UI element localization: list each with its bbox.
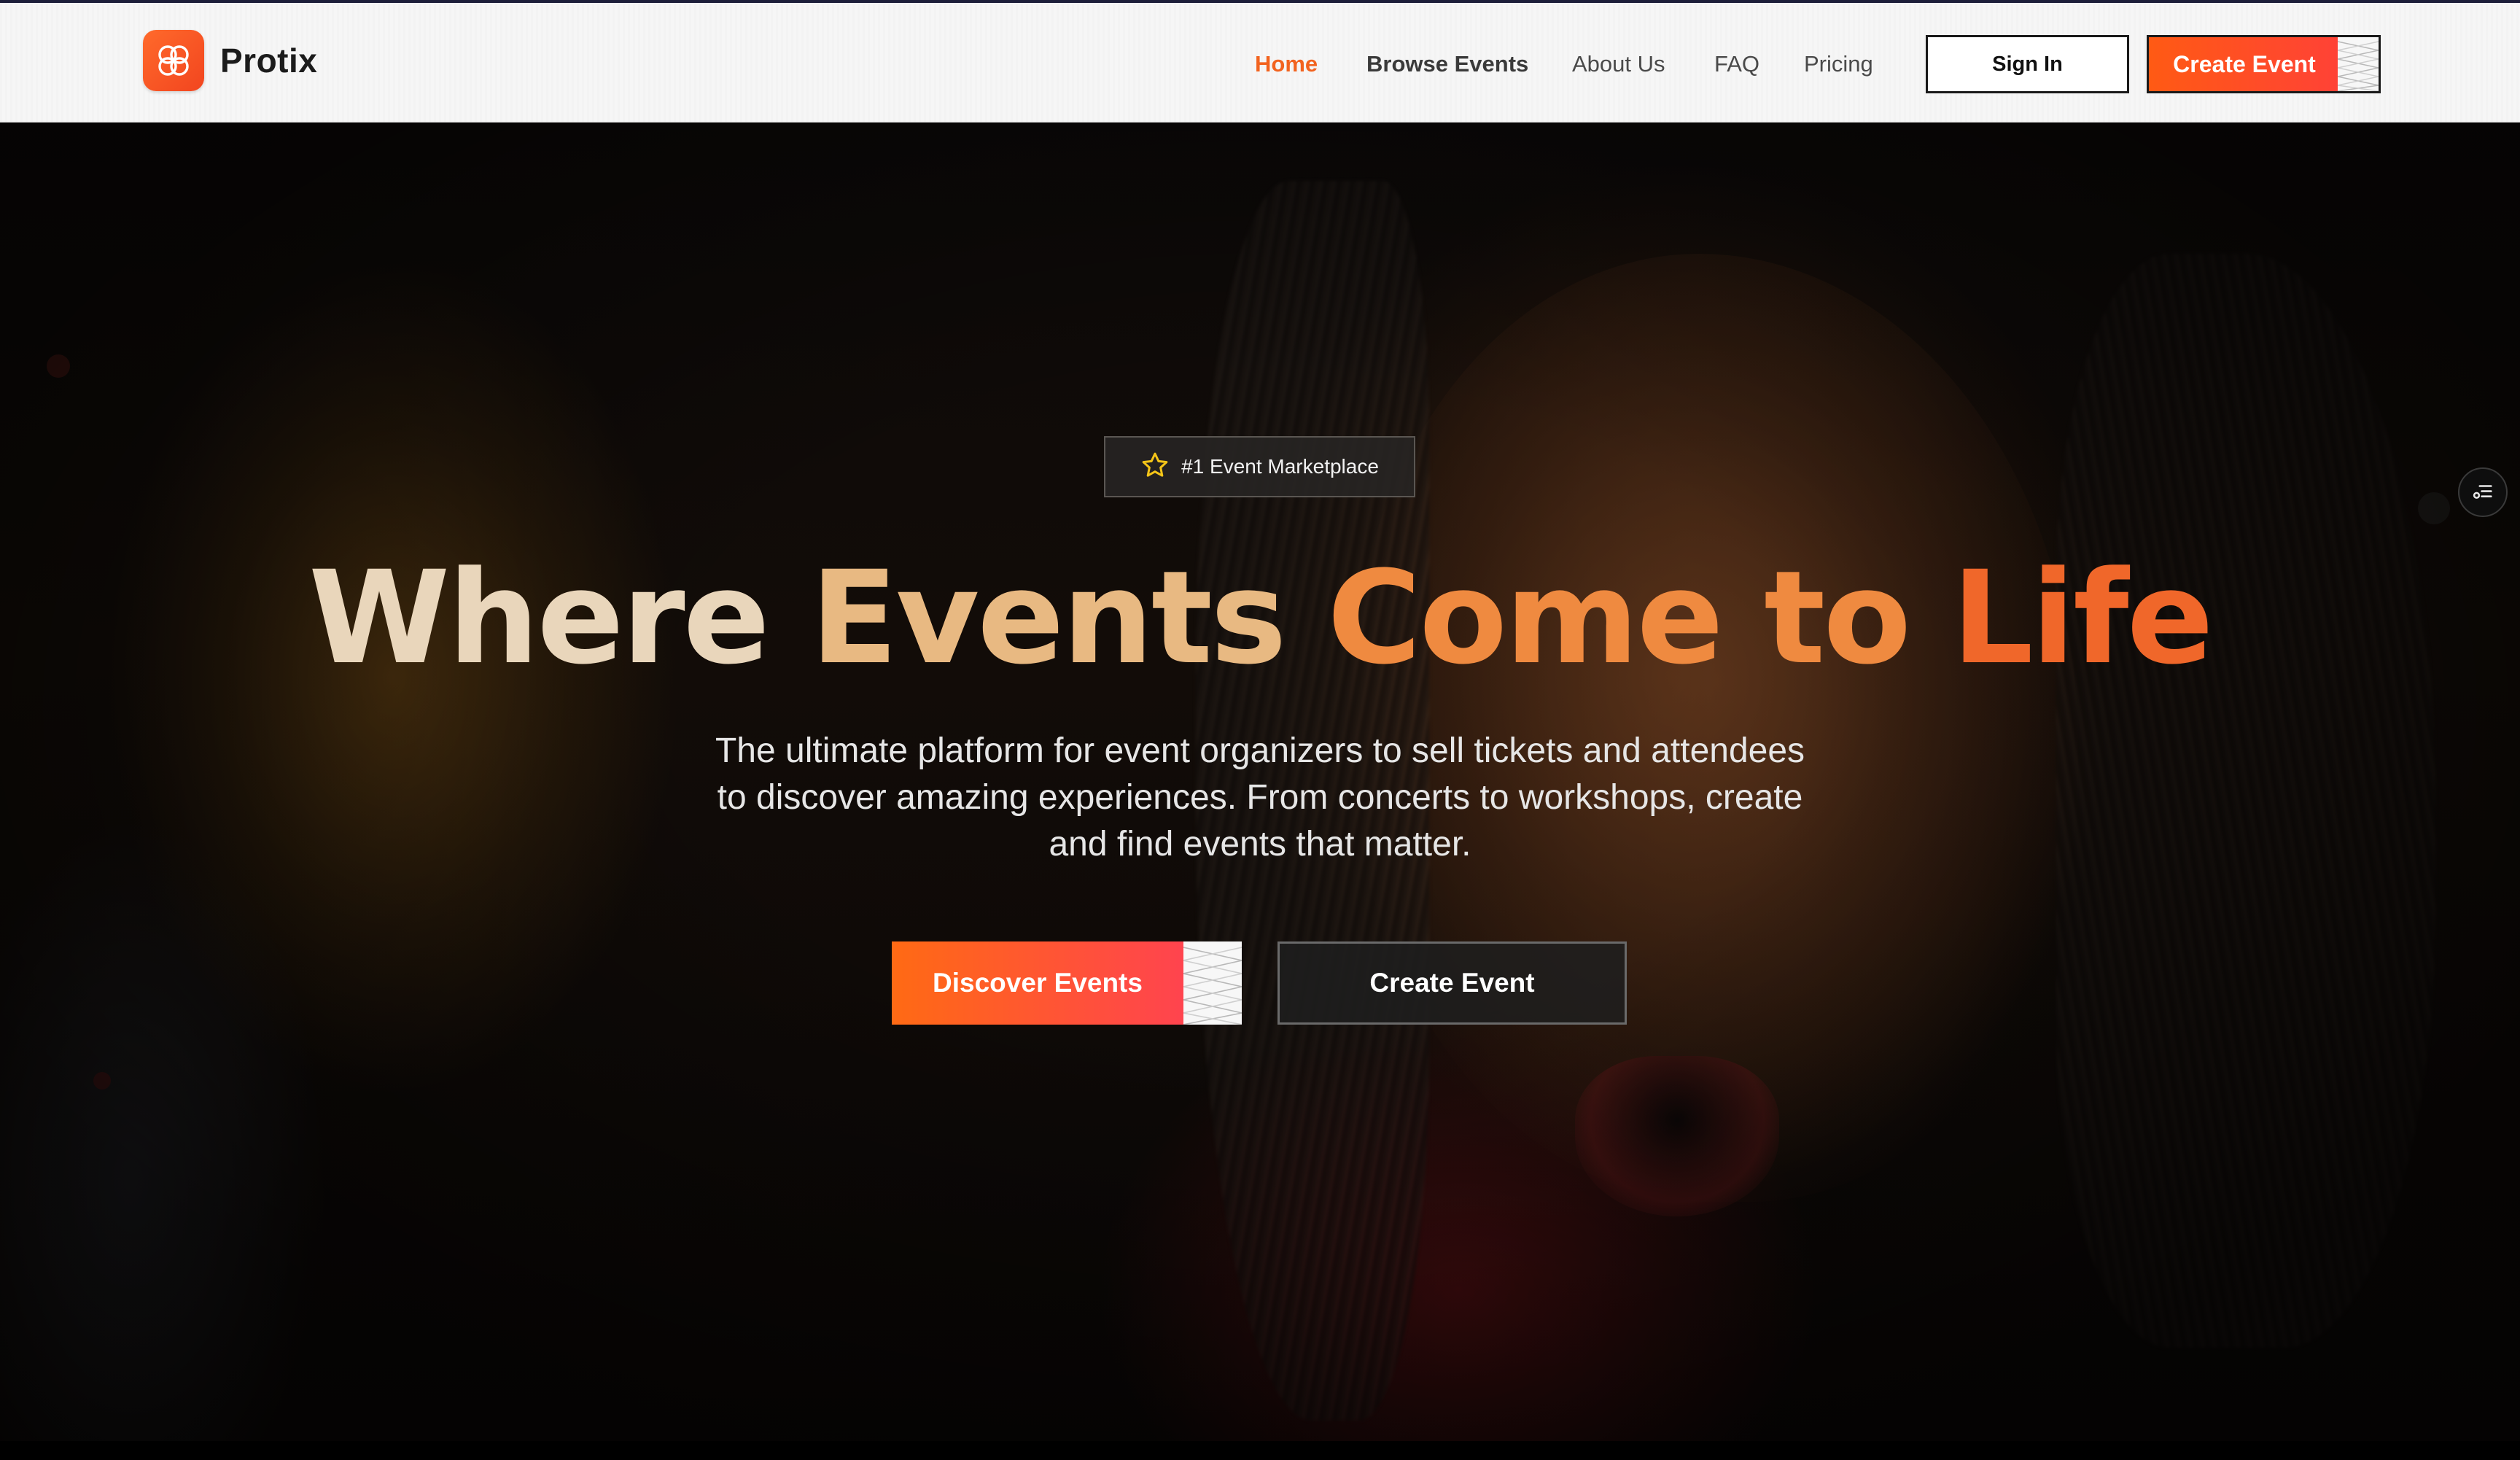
nav-about-us[interactable]: About Us — [1572, 41, 1665, 88]
sign-in-label: Sign In — [1992, 52, 2063, 76]
zigzag-pattern — [2338, 37, 2379, 91]
headline-part: Where — [308, 543, 811, 693]
flower-logo-icon — [143, 30, 204, 91]
hero-section: #1 Event Marketplace Where Events Come t… — [0, 123, 2520, 1441]
hero-subtitle: The ultimate platform for event organize… — [677, 728, 1843, 868]
subtitle-line: to discover amazing experiences. From co… — [717, 778, 1803, 817]
marketplace-badge: #1 Event Marketplace — [1104, 436, 1415, 497]
create-event-label: Create Event — [2173, 50, 2316, 77]
brand[interactable]: Protix — [143, 29, 317, 92]
headline-part: Life — [1951, 543, 2214, 693]
nav-browse-events[interactable]: Browse Events — [1366, 41, 1528, 88]
nav-pricing[interactable]: Pricing — [1804, 41, 1873, 88]
discover-events-button[interactable]: Discover Events — [892, 941, 1242, 1025]
discover-events-label: Discover Events — [933, 968, 1143, 998]
zigzag-pattern — [1183, 941, 1242, 1025]
create-event-button-hero[interactable]: Create Event — [1278, 941, 1627, 1025]
bottom-strip — [0, 1441, 2520, 1460]
star-icon — [1140, 451, 1170, 484]
top-navbar: Protix Home Browse Events About Us FAQ P… — [0, 0, 2520, 123]
headline-part: Events — [810, 543, 1328, 693]
settings-list-icon[interactable] — [2458, 467, 2508, 517]
sign-in-button[interactable]: Sign In — [1926, 35, 2129, 93]
badge-text: #1 Event Marketplace — [1181, 455, 1379, 478]
nav-faq[interactable]: FAQ — [1714, 41, 1759, 88]
create-event-button-nav[interactable]: Create Event — [2147, 35, 2381, 93]
subtitle-line: and find events that matter. — [1049, 825, 1471, 863]
create-event-label: Create Event — [1369, 968, 1535, 998]
nav-home[interactable]: Home — [1255, 41, 1318, 88]
subtitle-line: The ultimate platform for event organize… — [715, 731, 1805, 770]
hero-headline: Where Events Come to Life — [0, 531, 2520, 706]
brand-name: Protix — [220, 42, 318, 79]
headline-part: Come to — [1327, 543, 1952, 693]
